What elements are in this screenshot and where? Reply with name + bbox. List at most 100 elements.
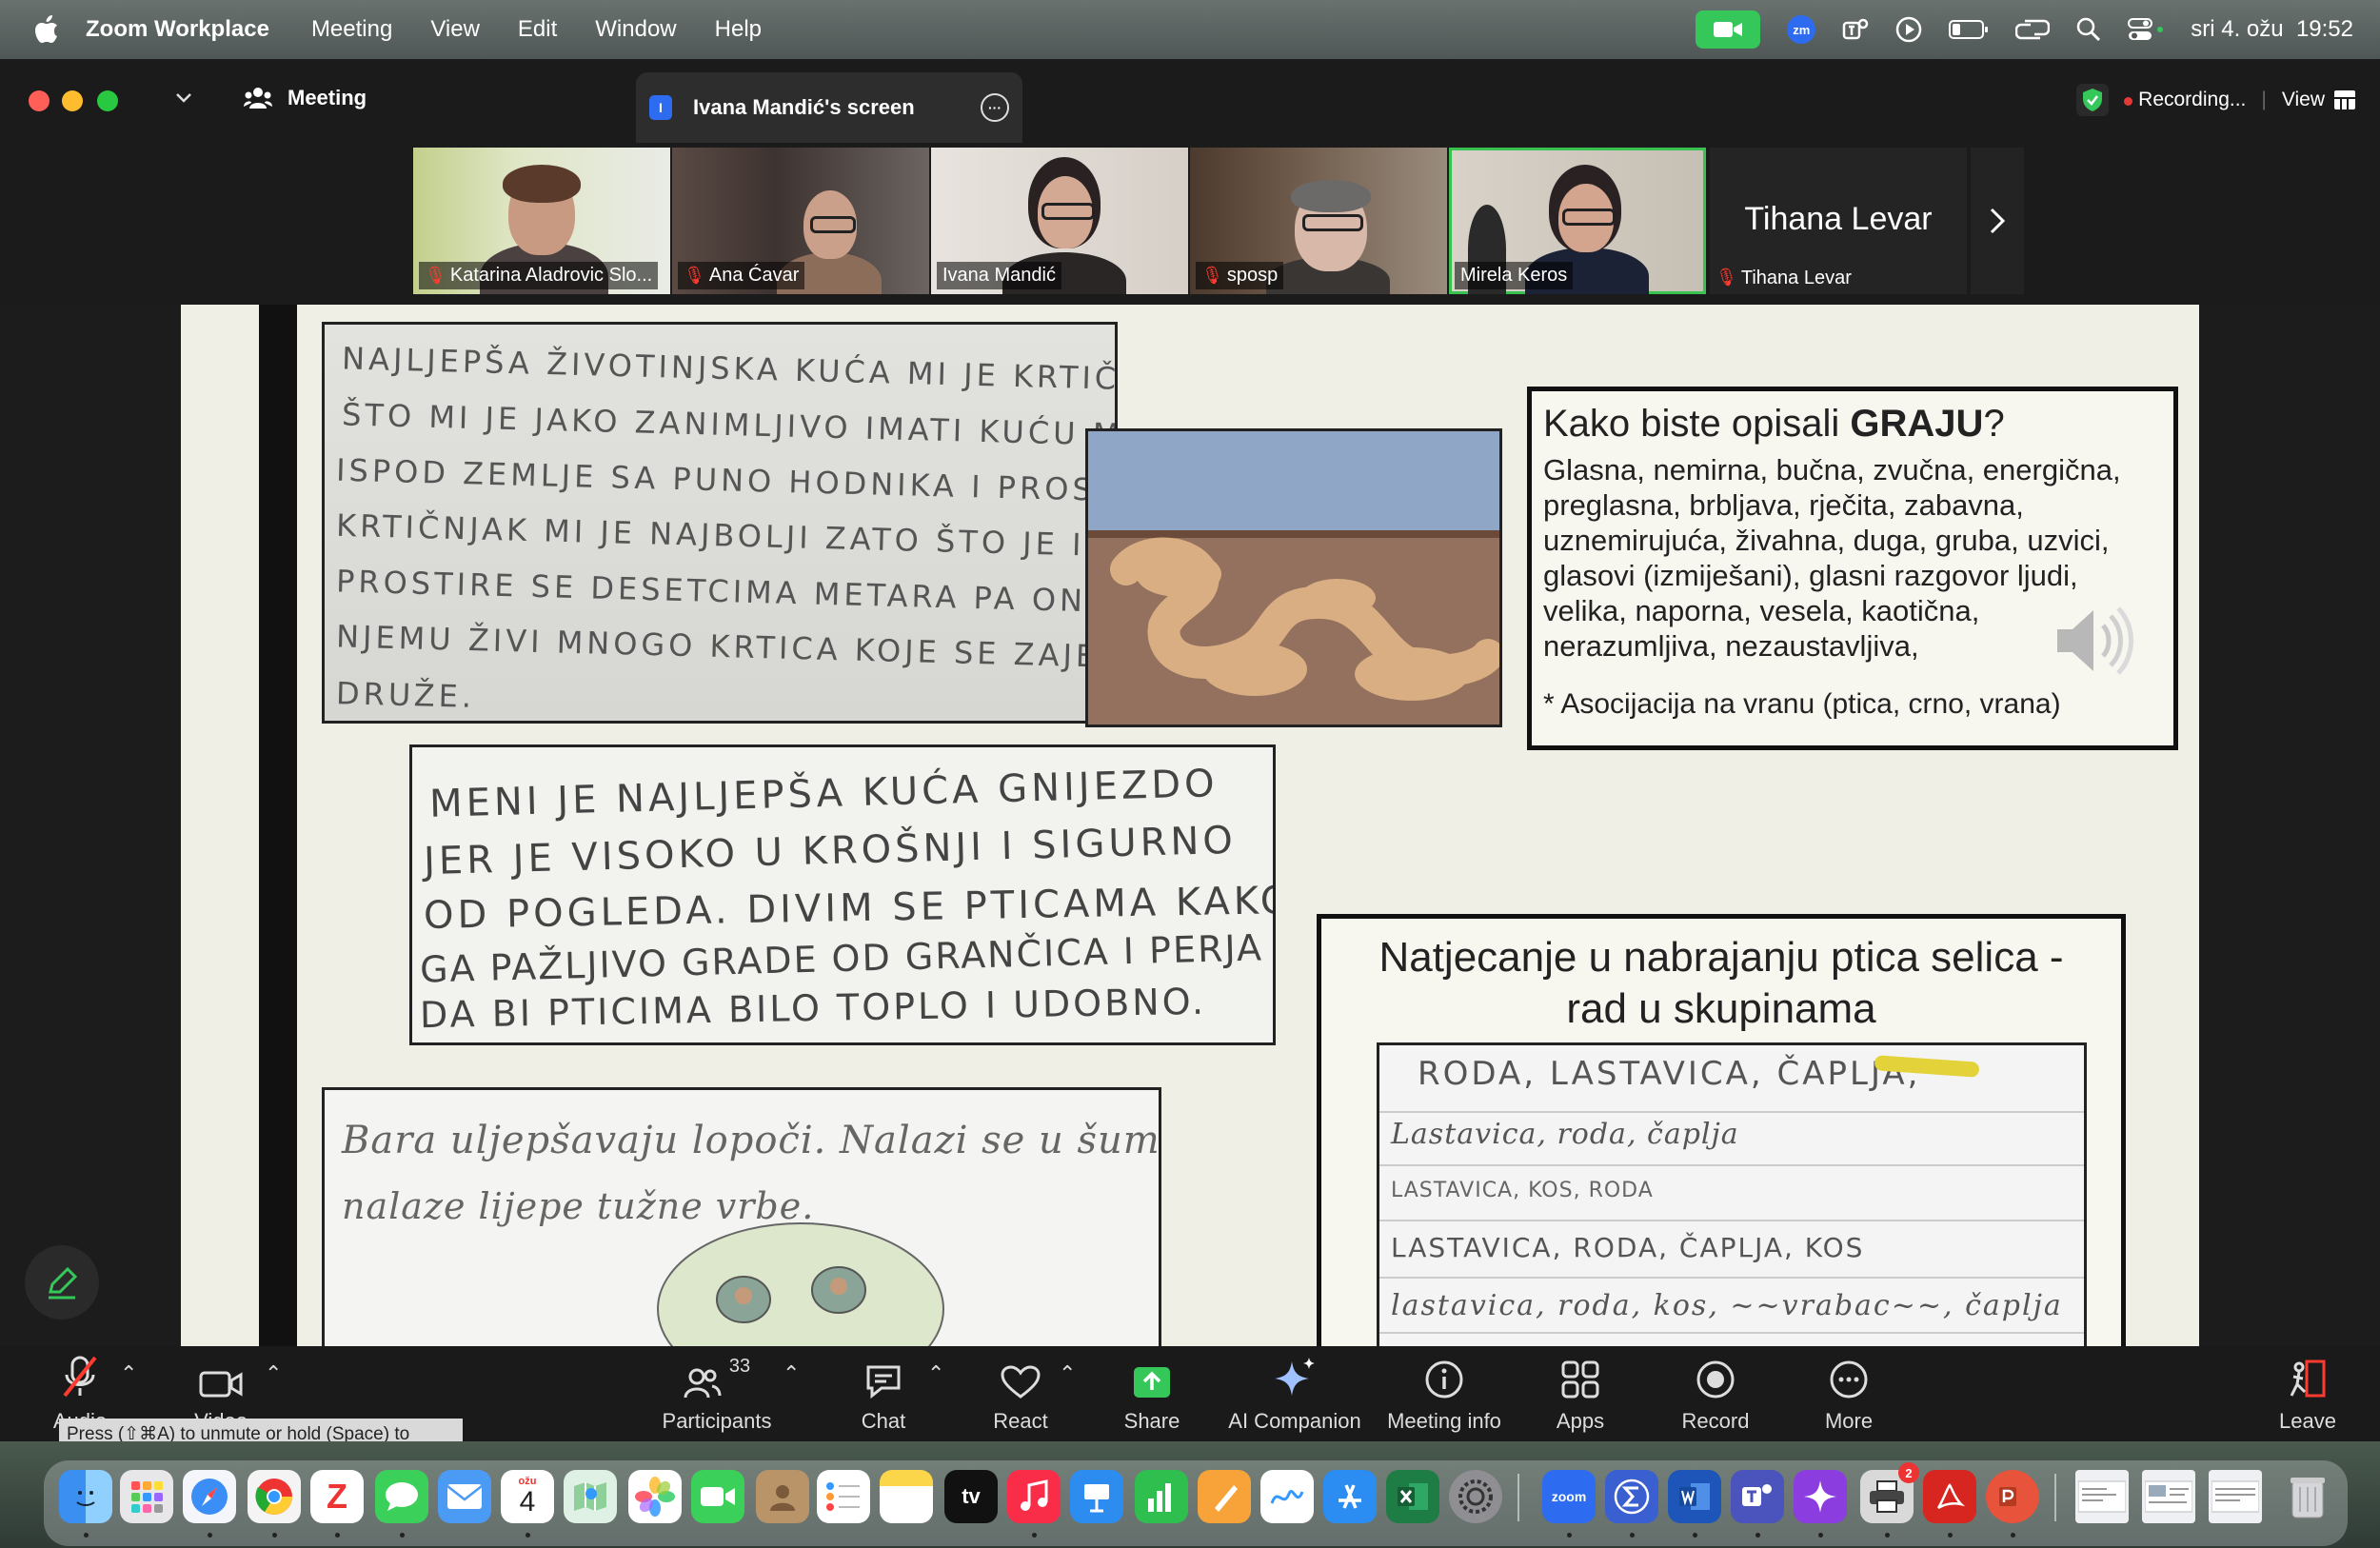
view-button[interactable]: View bbox=[2282, 89, 2355, 111]
zotero-icon[interactable]: Z bbox=[310, 1470, 364, 1523]
numbers-icon[interactable] bbox=[1135, 1470, 1188, 1523]
menu-meeting[interactable]: Meeting bbox=[311, 16, 392, 43]
handwriting-line: ISPOD ZEMLJE SA PUNO HODNIKA I PROSTORIJ… bbox=[335, 451, 1118, 512]
handwriting-line: PROSTIRE SE DESETCIMA METARA PA ONDA U bbox=[335, 563, 1118, 622]
graja-footnote: * Asocijacija na vranu (ptica, crno, vra… bbox=[1543, 688, 2061, 720]
zoom-status-icon[interactable]: zm bbox=[1787, 15, 1816, 44]
screen-sharing-camera-icon[interactable] bbox=[1696, 10, 1761, 49]
speaker-audio-icon[interactable] bbox=[2050, 603, 2135, 684]
participant-name-label: 🎙 Ana Ćavar bbox=[678, 262, 805, 289]
app-menu-zoom-workplace[interactable]: Zoom Workplace bbox=[86, 16, 269, 43]
freeform-icon[interactable] bbox=[1260, 1470, 1314, 1523]
record-button[interactable]: Record bbox=[1677, 1346, 1754, 1441]
more-button[interactable]: More bbox=[1811, 1346, 1887, 1441]
chrome-icon[interactable] bbox=[248, 1470, 301, 1523]
control-center-icon[interactable] bbox=[2128, 17, 2164, 42]
menu-edit[interactable]: Edit bbox=[518, 16, 557, 43]
recent-document-thumbnail[interactable] bbox=[2075, 1470, 2129, 1523]
participants-caret-icon[interactable]: ⌃ bbox=[783, 1361, 800, 1386]
apple-menu-icon[interactable] bbox=[32, 13, 61, 46]
excel-icon[interactable] bbox=[1386, 1470, 1439, 1523]
minimize-window-button[interactable] bbox=[62, 90, 83, 111]
tab-meeting[interactable]: Meeting bbox=[244, 86, 367, 110]
encryption-shield-icon[interactable] bbox=[2076, 84, 2110, 116]
printer-icon[interactable]: 2 bbox=[1860, 1462, 1919, 1523]
play-status-icon[interactable] bbox=[1895, 16, 1922, 43]
app-store-icon[interactable] bbox=[1323, 1470, 1377, 1523]
safari-icon[interactable] bbox=[183, 1470, 236, 1523]
teams-icon[interactable] bbox=[1731, 1470, 1784, 1523]
recent-document-thumbnail[interactable] bbox=[2142, 1470, 2195, 1523]
more-dots-icon bbox=[1830, 1360, 1868, 1399]
messages-icon[interactable] bbox=[375, 1470, 428, 1523]
tab-shared-screen[interactable]: I Ivana Mandić's screen ··· bbox=[636, 72, 1022, 143]
maps-icon[interactable] bbox=[564, 1470, 617, 1523]
graja-title: Kako biste opisali GRAJU? bbox=[1543, 403, 2005, 445]
participant-name-label: 🎙 sposp bbox=[1196, 262, 1284, 289]
video-tile-sposp[interactable]: 🎙 sposp bbox=[1190, 148, 1447, 294]
annotate-pencil-button[interactable] bbox=[25, 1245, 99, 1320]
finder-icon[interactable] bbox=[59, 1470, 112, 1523]
react-button[interactable]: React bbox=[982, 1346, 1059, 1441]
apple-tv-icon[interactable]: tv bbox=[944, 1470, 998, 1523]
spotlight-search-icon[interactable] bbox=[2076, 17, 2101, 42]
leave-button[interactable]: Leave bbox=[2270, 1346, 2346, 1441]
running-indicator bbox=[1755, 1533, 1760, 1538]
more-options-icon[interactable]: ··· bbox=[981, 93, 1009, 122]
video-tile-ana[interactable]: 🎙 Ana Ćavar bbox=[672, 148, 929, 294]
group-work-answers-sheet: RODA, LASTAVICA, ČAPLJA, Lastavica, roda… bbox=[1377, 1042, 2087, 1346]
menu-view[interactable]: View bbox=[430, 16, 480, 43]
chat-caret-icon[interactable]: ⌃ bbox=[927, 1361, 944, 1386]
macos-dock: Z ožu 4 tv zoom 2 bbox=[0, 1441, 2380, 1548]
natjecanje-ptice-selice-box: Natjecanje u nabrajanju ptica selica - r… bbox=[1317, 914, 2126, 1346]
video-tile-tihana-camera-off[interactable]: Tihana Levar 🎙 Tihana Levar bbox=[1710, 148, 1967, 294]
screen-mirroring-icon[interactable] bbox=[2015, 17, 2051, 42]
calendar-icon[interactable]: ožu 4 bbox=[501, 1470, 554, 1523]
recent-document-thumbnail[interactable] bbox=[2209, 1470, 2262, 1523]
trash-icon[interactable] bbox=[2281, 1470, 2334, 1523]
video-tile-ivana[interactable]: Ivana Mandić bbox=[931, 148, 1188, 294]
menu-window[interactable]: Window bbox=[595, 16, 676, 43]
video-tile-mirela-active-speaker[interactable]: Mirela Keros bbox=[1449, 148, 1706, 294]
shared-screen-content: NAJLJEPŠA ŽIVOTINJSKA KUĆA MI JE KRTIČNJ… bbox=[181, 305, 2199, 1346]
pages-icon[interactable] bbox=[1198, 1470, 1251, 1523]
reminders-icon[interactable] bbox=[817, 1470, 870, 1523]
share-label: Share bbox=[1123, 1409, 1180, 1433]
ai-companion-button[interactable]: AI Companion bbox=[1228, 1346, 1361, 1441]
copilot-sparkle-icon[interactable] bbox=[1794, 1470, 1847, 1523]
audio-options-caret-icon[interactable]: ⌃ bbox=[120, 1361, 137, 1386]
fullscreen-window-button[interactable] bbox=[97, 90, 118, 111]
apps-button[interactable]: Apps bbox=[1542, 1346, 1618, 1441]
contacts-icon[interactable] bbox=[756, 1470, 809, 1523]
share-button[interactable]: Share bbox=[1114, 1346, 1190, 1441]
facetime-icon[interactable] bbox=[691, 1470, 744, 1523]
meeting-info-button[interactable]: Meeting info bbox=[1382, 1346, 1506, 1441]
mail-icon[interactable] bbox=[438, 1470, 491, 1523]
system-settings-icon[interactable] bbox=[1449, 1470, 1502, 1523]
zoom-app-icon[interactable]: zoom bbox=[1542, 1470, 1596, 1523]
chevron-down-icon[interactable] bbox=[175, 91, 192, 109]
video-options-caret-icon[interactable]: ⌃ bbox=[265, 1361, 282, 1386]
close-window-button[interactable] bbox=[29, 90, 50, 111]
participants-label: Participants bbox=[662, 1409, 772, 1433]
participants-button[interactable]: 33 Participants bbox=[657, 1346, 777, 1441]
word-icon[interactable] bbox=[1668, 1470, 1721, 1523]
acrobat-icon[interactable] bbox=[1923, 1470, 1976, 1523]
chat-button[interactable]: Chat bbox=[845, 1346, 922, 1441]
battery-icon[interactable] bbox=[1949, 19, 1989, 40]
next-page-arrow-icon[interactable] bbox=[1971, 148, 2024, 294]
video-tile-katarina[interactable]: 🎙 Katarina Aladrovic Slo... bbox=[413, 148, 670, 294]
sigma-app-icon[interactable] bbox=[1605, 1470, 1658, 1523]
notes-icon[interactable] bbox=[880, 1470, 933, 1523]
photos-icon[interactable] bbox=[628, 1470, 682, 1523]
react-caret-icon[interactable]: ⌃ bbox=[1059, 1361, 1076, 1386]
keynote-icon[interactable] bbox=[1070, 1470, 1123, 1523]
teams-status-icon[interactable] bbox=[1842, 17, 1869, 42]
recording-indicator[interactable]: Recording... bbox=[2124, 89, 2246, 111]
info-icon bbox=[1425, 1360, 1463, 1399]
menu-help[interactable]: Help bbox=[715, 16, 762, 43]
powerpoint-icon[interactable] bbox=[1986, 1470, 2039, 1523]
menu-bar-clock[interactable]: sri 4. ožu 19:52 bbox=[2191, 16, 2353, 43]
music-icon[interactable] bbox=[1007, 1470, 1061, 1523]
launchpad-icon[interactable] bbox=[120, 1470, 173, 1523]
